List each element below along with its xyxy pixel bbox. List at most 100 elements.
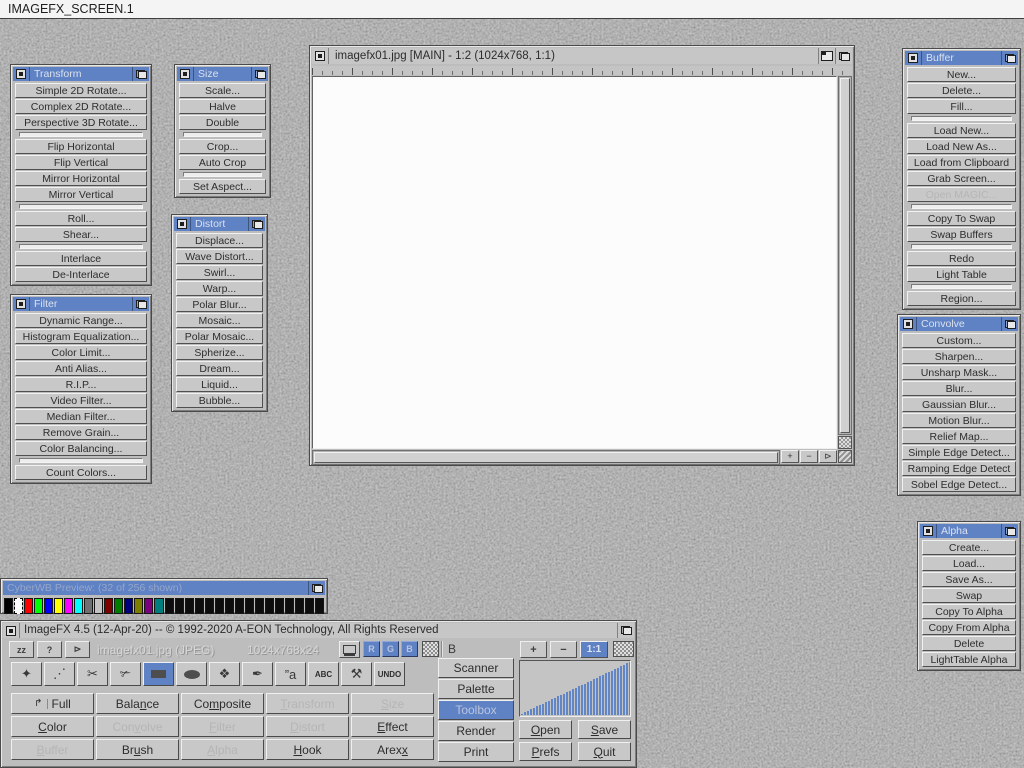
palette-button[interactable]: Remove Grain... [15,425,147,440]
palette-button[interactable]: Ramping Edge Detect [902,461,1016,476]
main-titlebar[interactable]: ImageFX 4.5 (12-Apr-20) -- © 1992-2020 A… [3,623,634,638]
color-swatch[interactable] [295,598,304,614]
function-button[interactable]: ↱Full [11,693,94,714]
horizontal-scrollbar[interactable] [312,450,780,465]
palette-button[interactable]: Roll... [15,211,147,226]
box-tool-icon[interactable] [143,662,174,686]
palette-button[interactable]: Flip Horizontal [15,139,147,154]
zoom-gadget-icon[interactable] [818,48,835,64]
palette-button[interactable]: Complex 2D Rotate... [15,99,147,114]
mode-button[interactable]: Palette [438,679,514,699]
color-swatch[interactable] [315,598,324,614]
palette-button[interactable]: Flip Vertical [15,155,147,170]
scroll-end-icon[interactable] [838,436,852,449]
palette-button[interactable]: Swap [922,588,1016,603]
color-swatch[interactable] [225,598,234,614]
color-swatch[interactable] [124,598,133,614]
mode-button[interactable]: Scanner [438,658,514,678]
wrench-tool-icon[interactable]: ⚒ [341,662,372,686]
brush-tool-icon[interactable]: ❖ [209,662,240,686]
palette-button[interactable]: Delete... [907,83,1016,98]
function-button[interactable]: Balance [96,693,179,714]
file-button[interactable]: Prefs [519,742,572,761]
close-icon[interactable] [905,51,922,65]
color-swatch[interactable] [44,598,53,614]
color-swatch[interactable] [84,598,93,614]
airbrush-tool-icon[interactable]: ⋰ [44,662,75,686]
palette-button[interactable]: Mirror Vertical [15,187,147,202]
close-icon[interactable] [13,297,30,311]
color-swatch[interactable] [165,598,174,614]
function-button[interactable]: Color [11,716,94,737]
palette-button[interactable]: Warp... [176,281,263,296]
filter-titlebar[interactable]: Filter [13,297,149,311]
palette-button[interactable]: Blur... [902,381,1016,396]
palette-button[interactable]: Fill... [907,99,1016,114]
palette-button[interactable]: Create... [922,540,1016,555]
color-swatch[interactable] [285,598,294,614]
palette-button[interactable]: Load New... [907,123,1016,138]
palette-button[interactable]: Perspective 3D Rotate... [15,115,147,130]
screen-mode-button[interactable] [339,641,360,658]
convolve-titlebar[interactable]: Convolve [900,317,1018,331]
palette-button[interactable]: Load from Clipboard [907,155,1016,170]
palette-button[interactable]: Copy To Swap [907,211,1016,226]
close-icon[interactable] [900,317,917,331]
palette-button[interactable]: Spherize... [176,345,263,360]
image-canvas[interactable] [312,76,837,449]
channel-toggle[interactable]: G [382,641,399,657]
palette-button[interactable]: Displace... [176,233,263,248]
palette-button[interactable]: Sobel Edge Detect... [902,477,1016,492]
depth-icon[interactable] [1001,51,1018,65]
palette-button[interactable]: Load New As... [907,139,1016,154]
palette-button[interactable]: Swirl... [176,265,263,280]
file-button[interactable]: Save [578,720,631,739]
color-swatch[interactable] [144,598,153,614]
pan-button[interactable]: ⊳ [819,450,837,463]
screen-titlebar[interactable]: IMAGEFX_SCREEN.1 [0,0,1024,19]
color-swatch[interactable] [305,598,314,614]
palette-button[interactable]: Halve [179,99,266,114]
color-swatch[interactable] [64,598,73,614]
depth-icon[interactable] [1001,524,1018,538]
function-button[interactable]: Transform [266,693,349,714]
function-button[interactable]: Alpha [181,739,264,760]
palette-button[interactable]: Motion Blur... [902,413,1016,428]
color-swatch[interactable] [4,598,13,614]
palette-button[interactable]: Sharpen... [902,349,1016,364]
vertical-scroll-thumb[interactable] [840,78,850,433]
palette-button[interactable]: Copy To Alpha [922,604,1016,619]
palette-button[interactable]: Region... [907,291,1016,306]
close-icon[interactable] [920,524,937,538]
palette-button[interactable]: Simple Edge Detect... [902,445,1016,460]
palette-button[interactable]: Histogram Equalization... [15,329,147,344]
zoom-out-button[interactable]: − [550,641,577,658]
palette-button[interactable]: Video Filter... [15,393,147,408]
palette-button[interactable]: Copy From Alpha [922,620,1016,635]
function-button[interactable]: Convolve [96,716,179,737]
function-button[interactable]: Filter [181,716,264,737]
mode-button[interactable]: Render [438,721,514,741]
channel-toggle[interactable]: B [401,641,418,657]
undo-button[interactable]: UNDO [374,662,405,686]
size-titlebar[interactable]: Size [177,67,268,81]
horizontal-scroll-thumb[interactable] [314,452,778,463]
palette-button[interactable]: Mirror Horizontal [15,171,147,186]
zoom-ratio-button[interactable]: 1:1 [580,641,608,658]
color-swatch[interactable] [34,598,43,614]
color-swatch[interactable] [195,598,204,614]
function-button[interactable]: Size [351,693,434,714]
palette-button[interactable]: LightTable Alpha [922,652,1016,667]
image-titlebar[interactable]: imagefx01.jpg [MAIN] - 1:2 (1024x768, 1:… [312,48,852,64]
pattern-button[interactable] [613,641,634,657]
palette-button[interactable]: Auto Crop [179,155,266,170]
palette-button[interactable]: Count Colors... [15,465,147,480]
zoom-in-button[interactable]: + [781,450,799,463]
mode-button[interactable]: Toolbox [438,700,514,720]
zoom-in-button[interactable]: + [520,641,547,658]
color-swatch[interactable] [54,598,63,614]
distort-titlebar[interactable]: Distort [174,217,265,231]
function-button[interactable]: Arexx [351,739,434,760]
palette-button[interactable]: Polar Blur... [176,297,263,312]
palette-button[interactable]: Liquid... [176,377,263,392]
